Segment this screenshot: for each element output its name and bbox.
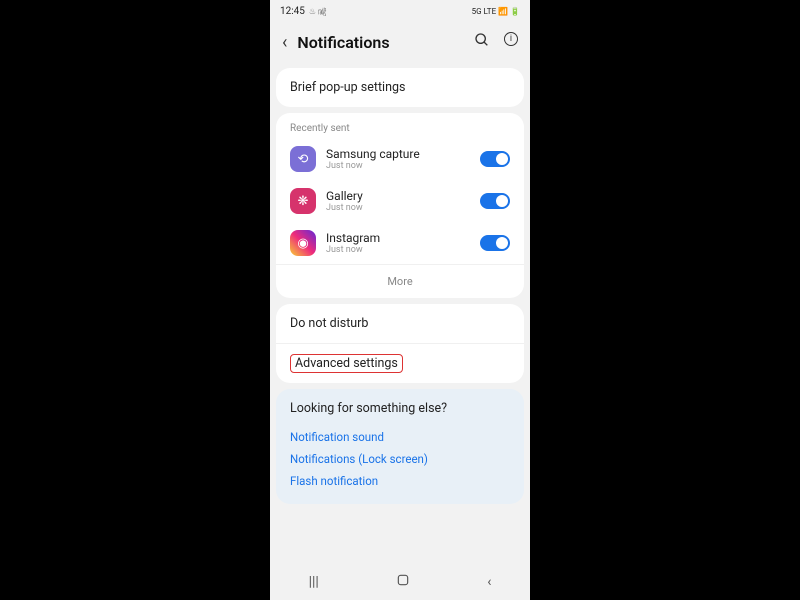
link-notification-sound[interactable]: Notification sound <box>290 426 510 448</box>
app-name: Instagram <box>326 231 470 245</box>
app-name: Samsung capture <box>326 147 470 161</box>
info-icon[interactable]: i <box>504 32 518 46</box>
more-button[interactable]: More <box>276 264 524 298</box>
app-row-gallery[interactable]: ❋ Gallery Just now <box>276 180 524 222</box>
app-sub: Just now <box>326 161 470 171</box>
toggle-samsung-capture[interactable] <box>480 151 510 167</box>
status-bar: 12:45 ♨︎ ㎯ 5G LTE 📶 🔋 <box>270 0 530 22</box>
link-notifications-lock-screen[interactable]: Notifications (Lock screen) <box>290 448 510 470</box>
settings-section: Do not disturb Advanced settings <box>276 304 524 383</box>
status-time: 12:45 <box>280 6 305 17</box>
gallery-icon: ❋ <box>290 188 316 214</box>
back-icon[interactable]: ‹ <box>282 32 287 53</box>
toggle-gallery[interactable] <box>480 193 510 209</box>
phone-frame: 12:45 ♨︎ ㎯ 5G LTE 📶 🔋 ‹ Notifications i … <box>270 0 530 600</box>
app-name: Gallery <box>326 189 470 203</box>
suggest-section: Looking for something else? Notification… <box>276 389 524 504</box>
recently-sent-section: Recently sent ⟲ Samsung capture Just now… <box>276 113 524 298</box>
nav-recents-icon[interactable]: ||| <box>297 570 331 594</box>
dnd-row[interactable]: Do not disturb <box>276 304 524 343</box>
content: Brief pop-up settings Recently sent ⟲ Sa… <box>270 62 530 564</box>
nav-home-icon[interactable] <box>384 569 422 595</box>
samsung-capture-icon: ⟲ <box>290 146 316 172</box>
app-sub: Just now <box>326 203 470 213</box>
page-header: ‹ Notifications i <box>270 22 530 62</box>
brief-popup-row[interactable]: Brief pop-up settings <box>276 68 524 107</box>
advanced-settings-label: Advanced settings <box>290 354 403 373</box>
advanced-settings-row[interactable]: Advanced settings <box>276 343 524 383</box>
toggle-instagram[interactable] <box>480 235 510 251</box>
suggest-title: Looking for something else? <box>290 401 510 416</box>
navigation-bar: ||| ‹ <box>270 564 530 600</box>
app-row-samsung-capture[interactable]: ⟲ Samsung capture Just now <box>276 138 524 180</box>
search-icon[interactable] <box>474 32 490 52</box>
link-flash-notification[interactable]: Flash notification <box>290 470 510 492</box>
nav-back-icon[interactable]: ‹ <box>475 570 503 594</box>
app-row-instagram[interactable]: ◉ Instagram Just now <box>276 222 524 264</box>
instagram-icon: ◉ <box>290 230 316 256</box>
recently-sent-header: Recently sent <box>276 113 524 138</box>
status-left-indicators: ♨︎ ㎯ <box>309 6 326 17</box>
page-title: Notifications <box>297 33 464 52</box>
app-sub: Just now <box>326 245 470 255</box>
status-right-indicators: 5G LTE 📶 🔋 <box>472 7 520 16</box>
brief-section: Brief pop-up settings <box>276 68 524 107</box>
